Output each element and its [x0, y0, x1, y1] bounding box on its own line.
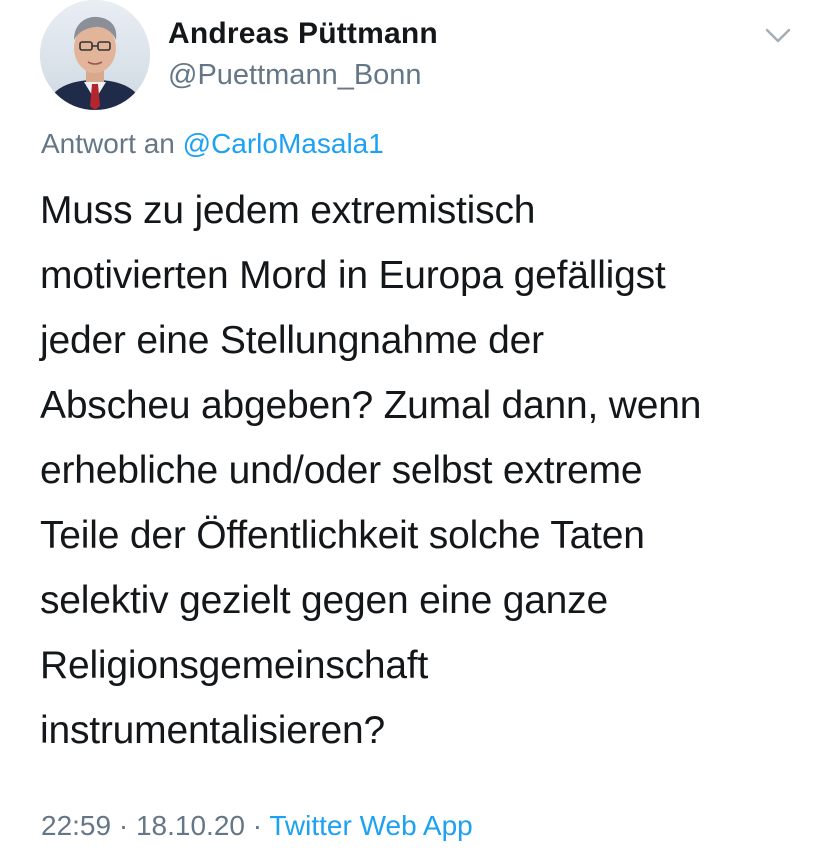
- tweet-text-line: instrumentalisieren?: [40, 709, 386, 752]
- tweet-text: Muss zu jedem extremistisch motivierten …: [40, 178, 810, 763]
- tweet-detail: Andreas Püttmann @Puettmann_Bonn Antwort…: [0, 0, 828, 861]
- avatar[interactable]: [40, 0, 150, 110]
- meta-separator: ·: [118, 810, 129, 841]
- tweet-text-line: jeder eine Stellungnahme der: [40, 319, 544, 362]
- tweet-source-link[interactable]: Twitter Web App: [269, 810, 472, 841]
- tweet-text-line: Muss zu jedem extremistisch: [40, 189, 536, 232]
- author-name[interactable]: Andreas Püttmann: [168, 17, 438, 51]
- tweet-date[interactable]: 18.10.20: [136, 810, 245, 841]
- reply-handle-link[interactable]: @CarloMasala1: [183, 128, 384, 159]
- tweet-meta: 22:59 · 18.10.20 · Twitter Web App: [41, 810, 473, 842]
- chevron-down-icon[interactable]: [764, 24, 792, 46]
- tweet-time[interactable]: 22:59: [41, 810, 111, 841]
- tweet-text-line: Teile der Öffentlichkeit solche Taten: [40, 514, 645, 557]
- tweet-text-line: erhebliche und/oder selbst extreme: [40, 449, 643, 492]
- reply-prefix: Antwort an: [41, 128, 175, 159]
- tweet-text-line: selektiv gezielt gegen eine ganze: [40, 579, 608, 622]
- tweet-text-line: Abscheu abgeben? Zumal dann, wenn: [40, 384, 702, 427]
- avatar-photo-icon: [40, 0, 150, 110]
- meta-separator: ·: [252, 810, 263, 841]
- tweet-text-line: Religionsgemeinschaft: [40, 644, 429, 687]
- author-handle[interactable]: @Puettmann_Bonn: [168, 59, 422, 92]
- tweet-text-line: motivierten Mord in Europa gefälligst: [40, 254, 666, 297]
- reply-context: Antwort an @CarloMasala1: [41, 128, 384, 160]
